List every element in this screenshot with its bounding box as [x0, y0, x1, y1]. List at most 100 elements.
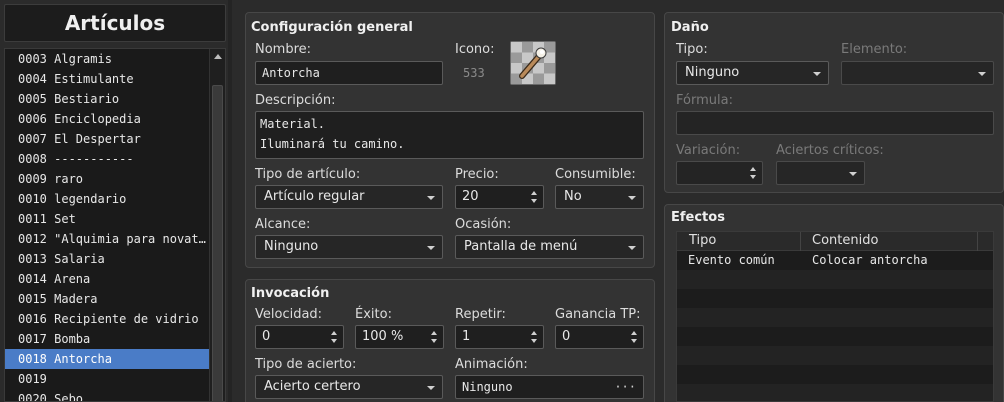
scope-value: Ninguno — [264, 239, 319, 254]
occasion-value: Pantalla de menú — [464, 239, 578, 254]
list-item[interactable]: 0015 Madera — [5, 289, 209, 309]
spin-up-icon[interactable] — [431, 331, 437, 335]
scope-select[interactable]: Ninguno — [255, 235, 443, 259]
list-item[interactable]: 0020 Sebo — [5, 389, 209, 401]
consumable-select[interactable]: No — [555, 185, 644, 209]
list-item[interactable]: 0008 ----------- — [5, 149, 209, 169]
item-type-select[interactable]: Artículo regular — [255, 185, 443, 209]
occasion-label: Ocasión: — [455, 217, 512, 232]
list-item[interactable]: 0012 "Alquimia para novat… — [5, 229, 209, 249]
list-item[interactable]: 0017 Bomba — [5, 329, 209, 349]
tp-gain-spinner[interactable]: 0 — [555, 325, 644, 349]
spin-up-icon[interactable] — [531, 191, 537, 195]
spin-down-icon[interactable] — [531, 339, 537, 343]
column-header-content[interactable]: Contenido — [812, 233, 878, 248]
list-item[interactable]: 0009 raro — [5, 169, 209, 189]
column-divider — [977, 232, 978, 251]
spin-down-icon[interactable] — [331, 339, 337, 343]
spin-up-icon[interactable] — [631, 331, 637, 335]
list-item[interactable]: 0019 — [5, 369, 209, 389]
hit-type-value: Acierto certero — [264, 379, 361, 394]
item-list-title: Artículos — [4, 4, 226, 42]
effects-table-row[interactable] — [677, 289, 993, 308]
item-type-label: Tipo de artículo: — [255, 167, 361, 182]
list-item[interactable]: 0004 Estimulante — [5, 69, 209, 89]
icon-picker[interactable] — [510, 41, 556, 85]
list-item[interactable]: 0007 El Despertar — [5, 129, 209, 149]
list-item[interactable]: 0006 Enciclopedia — [5, 109, 209, 129]
list-item[interactable]: 0013 Salaria — [5, 249, 209, 269]
effects-table-row[interactable] — [677, 346, 993, 365]
critical-hits-label: Aciertos críticos: — [776, 143, 884, 158]
spin-up-icon[interactable] — [750, 167, 756, 171]
chevron-down-icon — [628, 246, 636, 250]
spin-down-icon[interactable] — [750, 175, 756, 179]
speed-value: 0 — [262, 329, 271, 344]
effects-table-row[interactable] — [677, 384, 993, 401]
description-textarea[interactable]: Material. Iluminará tu camino. — [255, 111, 644, 159]
chevron-down-icon — [813, 72, 821, 76]
hit-type-select[interactable]: Acierto certero — [255, 375, 443, 399]
spin-up-icon[interactable] — [331, 331, 337, 335]
list-item[interactable]: 0018 Antorcha — [5, 349, 209, 369]
effects-table-row[interactable] — [677, 270, 993, 289]
effects-table-header: Tipo Contenido — [677, 232, 993, 251]
price-spinner[interactable]: 20 — [455, 185, 544, 209]
consumable-label: Consumible: — [555, 167, 636, 182]
variation-label: Variación: — [676, 143, 741, 158]
formula-input[interactable] — [676, 111, 994, 135]
effects-table-row[interactable] — [677, 327, 993, 346]
description-line-2: Iluminará tu camino. — [260, 137, 405, 151]
effects-table-row[interactable] — [677, 308, 993, 327]
spin-down-icon[interactable] — [431, 339, 437, 343]
variation-spinner[interactable] — [676, 161, 763, 185]
icon-label: Icono: — [455, 42, 495, 57]
damage-type-select[interactable]: Ninguno — [676, 61, 829, 85]
item-type-value: Artículo regular — [264, 189, 365, 204]
list-item[interactable]: 0005 Bestiario — [5, 89, 209, 109]
invocation-title: Invocación — [251, 286, 330, 301]
occasion-select[interactable]: Pantalla de menú — [455, 235, 644, 259]
spin-up-icon[interactable] — [531, 331, 537, 335]
critical-hits-select[interactable] — [776, 161, 865, 185]
list-item[interactable]: 0003 Algramis — [5, 49, 209, 69]
name-input[interactable]: Antorcha — [255, 61, 443, 85]
speed-spinner[interactable]: 0 — [255, 325, 344, 349]
list-item[interactable]: 0010 legendario — [5, 189, 209, 209]
list-item[interactable]: 0016 Recipiente de vidrio — [5, 309, 209, 329]
success-label: Éxito: — [355, 307, 392, 322]
tp-gain-label: Ganancia TP: — [555, 307, 641, 322]
spin-down-icon[interactable] — [631, 339, 637, 343]
column-header-type[interactable]: Tipo — [689, 233, 716, 248]
element-select[interactable] — [841, 61, 994, 85]
effects-table[interactable]: Tipo Contenido Evento común Colocar anto… — [676, 231, 994, 402]
item-list[interactable]: 0003 Algramis 0004 Estimulante 0005 Bestia… — [4, 48, 226, 402]
animation-label: Animación: — [455, 357, 528, 372]
effect-type-cell: Evento común — [688, 253, 775, 267]
splitter[interactable] — [228, 0, 232, 402]
animation-field[interactable]: Ninguno ··· — [455, 375, 644, 399]
repeat-spinner[interactable]: 1 — [455, 325, 544, 349]
success-spinner[interactable]: 100 % — [355, 325, 444, 349]
hit-type-label: Tipo de acierto: — [255, 357, 357, 372]
scroll-up-icon[interactable] — [214, 54, 222, 59]
description-label: Descripción: — [255, 93, 336, 108]
effects-title: Efectos — [671, 210, 725, 225]
spin-down-icon[interactable] — [531, 199, 537, 203]
chevron-down-icon — [628, 196, 636, 200]
effects-table-row[interactable] — [677, 365, 993, 384]
animation-value: Ninguno — [462, 380, 513, 394]
repeat-value: 1 — [462, 329, 471, 344]
speed-label: Velocidad: — [255, 307, 323, 322]
effects-table-row[interactable]: Evento común Colocar antorcha — [677, 251, 993, 270]
scrollbar-thumb[interactable] — [212, 85, 223, 401]
list-item[interactable]: 0014 Arena — [5, 269, 209, 289]
price-value: 20 — [462, 189, 479, 204]
browse-button[interactable]: ··· — [614, 376, 636, 398]
list-item[interactable]: 0011 Set — [5, 209, 209, 229]
chevron-down-icon — [849, 172, 857, 176]
item-list-scrollbar[interactable] — [209, 49, 225, 401]
item-list-rows: 0003 Algramis 0004 Estimulante 0005 Bestia… — [5, 49, 209, 401]
general-settings-title: Configuración general — [251, 20, 413, 35]
chevron-down-icon — [427, 246, 435, 250]
